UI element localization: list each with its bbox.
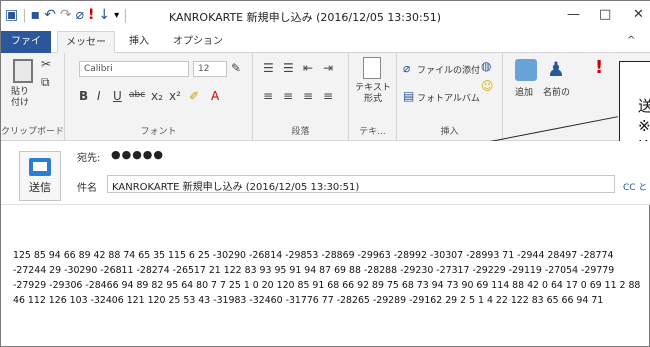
emoji-icon[interactable]: ☺	[481, 79, 494, 93]
text-format-icon[interactable]	[363, 57, 381, 79]
group-text-format: テキスト形式 テキ...	[349, 53, 397, 141]
add-button[interactable]: 追加	[515, 85, 533, 98]
importance-flag-icon[interactable]: !	[595, 57, 603, 78]
outlook-compose-window: ▣ | ▪ ↶ ↷ ⌀ ! ↓ ▾ | KANROKARTE 新規申し込み (2…	[0, 0, 650, 347]
add-contact-icon[interactable]	[515, 59, 537, 81]
paperclip-icon: ⌀	[403, 61, 411, 75]
group-insert: ⌀ ファイルの添付 ◍ ☺ ▤ フォトアルバム 挿入	[397, 53, 503, 141]
name-button[interactable]: 名前の	[543, 85, 570, 98]
callout-line-2: ※	[638, 117, 650, 135]
message-body[interactable]: 125 85 94 66 89 42 88 74 65 35 115 6 25 …	[13, 248, 641, 308]
attach-icon[interactable]: ⌀	[76, 7, 84, 23]
to-label: 宛先:	[77, 153, 101, 164]
text-format-button[interactable]: テキスト形式	[353, 83, 393, 105]
outlook-item-icon[interactable]: ◍	[481, 59, 491, 73]
tab-file[interactable]: ファイル	[1, 31, 51, 69]
cut-icon[interactable]: ✂	[41, 57, 51, 71]
save-icon[interactable]: ▪	[31, 7, 41, 23]
ribbon-collapse-icon[interactable]: ^	[627, 35, 635, 46]
group-names: ♟ 追加 名前の	[503, 53, 587, 141]
photo-album-button[interactable]: フォトアルバム	[417, 91, 480, 104]
outlook-app-icon: ▣	[5, 7, 19, 23]
cc-bcc-link[interactable]: CC と BCC	[623, 180, 650, 193]
subscript-icon[interactable]: x₂	[151, 89, 163, 103]
importance-high-icon[interactable]: !	[88, 7, 94, 23]
group-label-paragraph: 段落	[291, 127, 310, 137]
copy-icon[interactable]: ⧉	[41, 75, 50, 90]
align-left-icon[interactable]: ≡	[263, 89, 273, 103]
maximize-button[interactable]: □	[599, 7, 611, 22]
bullets-icon[interactable]: ☰	[263, 61, 274, 75]
undo-icon[interactable]: ↶	[44, 7, 56, 23]
subject-label: 件名	[77, 183, 97, 194]
paste-button[interactable]: 貼り付け	[11, 87, 35, 109]
increase-indent-icon[interactable]: ⇥	[323, 61, 333, 75]
underline-icon[interactable]: U	[113, 89, 122, 103]
subject-field[interactable]: KANROKARTE 新規申し込み (2016/12/05 13:30:51)	[107, 175, 615, 193]
send-icon	[29, 158, 51, 176]
group-paragraph: ☰ ☰ ⇤ ⇥ ≡ ≡ ≡ ≡ 段落	[253, 53, 349, 141]
importance-low-icon[interactable]: ↓	[98, 7, 110, 23]
window-title: KANROKARTE 新規申し込み (2016/12/05 13:30:51)	[169, 11, 442, 24]
close-button[interactable]: ✕	[633, 7, 644, 22]
send-label: 送信	[29, 181, 51, 194]
group-label-insert: 挿入	[440, 127, 459, 137]
italic-icon[interactable]: I	[97, 89, 101, 103]
qat-separator: |	[22, 7, 27, 23]
photo-album-icon: ▤	[403, 89, 415, 103]
group-label-clipboard: クリップボード	[1, 127, 65, 137]
numbering-icon[interactable]: ☰	[283, 61, 294, 75]
tab-message[interactable]: メッセージ	[57, 31, 115, 70]
to-field[interactable]: ●●●●●	[107, 146, 607, 164]
tab-insert[interactable]: 挿入	[121, 31, 157, 53]
quick-access-toolbar: ▣ | ▪ ↶ ↷ ⌀ ! ↓ ▾ |	[5, 7, 128, 23]
font-color-icon[interactable]: A	[211, 89, 219, 103]
align-right-icon[interactable]: ≡	[303, 89, 313, 103]
qat-separator-2: |	[123, 7, 128, 23]
compose-header: 送信 宛先: ●●●●● 件名 KANROKARTE 新規申し込み (2016/…	[1, 141, 650, 205]
attach-file-button[interactable]: ファイルの添付	[417, 63, 480, 76]
minimize-button[interactable]: —	[567, 7, 580, 22]
strikethrough-icon[interactable]: abc	[129, 90, 145, 100]
font-size-box[interactable]: 12	[193, 61, 227, 77]
highlight-icon[interactable]: ✐	[189, 89, 199, 103]
group-font: Calibri 12 ✎ B I U abc x₂ x² ✐ A フォント	[65, 53, 253, 141]
bold-icon[interactable]: B	[79, 89, 88, 103]
callout-line-1: 送	[638, 97, 650, 115]
person-icon[interactable]: ♟	[547, 57, 565, 81]
font-name-box[interactable]: Calibri	[79, 61, 189, 77]
superscript-icon[interactable]: x²	[169, 89, 181, 103]
redo-icon[interactable]: ↷	[60, 7, 72, 23]
send-button[interactable]: 送信	[19, 151, 61, 201]
group-label-font: フォント	[140, 127, 177, 137]
decrease-indent-icon[interactable]: ⇤	[303, 61, 313, 75]
title-bar: ▣ | ▪ ↶ ↷ ⌀ ! ↓ ▾ | KANROKARTE 新規申し込み (2…	[1, 1, 650, 31]
justify-icon[interactable]: ≡	[323, 89, 333, 103]
paste-icon[interactable]	[13, 59, 33, 83]
ribbon-tabs: ファイル メッセージ 挿入 オプション ^	[1, 31, 650, 70]
group-label-text: テキ...	[359, 127, 386, 137]
format-painter-icon[interactable]: ✎	[231, 61, 241, 75]
customize-qat-icon[interactable]: ▾	[114, 10, 119, 21]
align-center-icon[interactable]: ≡	[283, 89, 293, 103]
tab-options[interactable]: オプション	[165, 31, 231, 53]
group-clipboard: 貼り付け ✂ ⧉ クリップボード	[1, 53, 65, 141]
